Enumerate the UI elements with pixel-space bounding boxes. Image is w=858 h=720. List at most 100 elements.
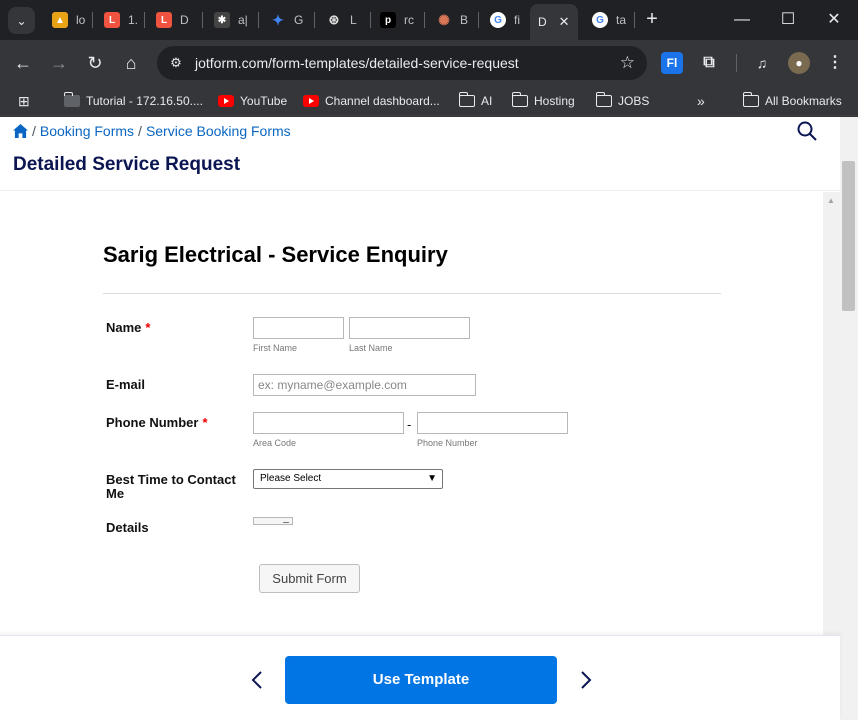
best-time-select[interactable]: Please Select ▼ — [253, 469, 443, 489]
bookmark-folder-jobs[interactable]: JOBS — [595, 92, 649, 110]
profile-avatar[interactable]: ● — [788, 52, 810, 74]
tab-search-button[interactable]: ⌄ — [8, 7, 35, 34]
google-icon: G — [592, 12, 608, 28]
first-name-sublabel: First Name — [253, 343, 298, 353]
previous-template-icon[interactable] — [250, 670, 264, 690]
menu-kebab-icon[interactable]: ⋮ — [824, 52, 846, 74]
tab-6[interactable]: ⊛ L — [318, 6, 364, 34]
phone-label: Phone Number * — [106, 415, 208, 430]
tab-active[interactable]: D ✕ — [530, 4, 578, 40]
tab-divider — [634, 12, 635, 28]
bookmark-folder-hosting[interactable]: Hosting — [511, 92, 575, 110]
bookmark-all-bookmarks[interactable]: All Bookmarks — [742, 92, 842, 110]
chevron-down-icon: ▼ — [427, 473, 437, 484]
tab-divider — [314, 12, 315, 28]
bookmark-star-icon[interactable]: ☆ — [620, 53, 635, 73]
url-text[interactable]: jotform.com/form-templates/detailed-serv… — [195, 55, 519, 71]
tab-divider — [424, 12, 425, 28]
email-input[interactable]: ex: myname@example.com — [253, 374, 476, 396]
form-title: Sarig Electrical - Service Enquiry — [103, 242, 448, 267]
tab-9[interactable]: G fi — [482, 6, 528, 34]
tab-divider — [144, 12, 145, 28]
site-info-icon[interactable]: ⚙ — [167, 54, 185, 72]
gemini-icon: ✦ — [272, 11, 284, 28]
breadcrumb: / Booking Forms / Service Booking Forms — [13, 123, 291, 139]
apps-grid-icon[interactable]: ⊞ — [18, 92, 30, 110]
breadcrumb-service-booking-forms[interactable]: Service Booking Forms — [146, 123, 291, 139]
bookmark-youtube[interactable]: YouTube — [218, 92, 287, 110]
extensions-puzzle-icon[interactable]: ⧉ — [698, 52, 720, 74]
laravel-icon: L — [104, 12, 120, 28]
required-mark: * — [145, 320, 151, 335]
tab-7[interactable]: p rc — [372, 6, 418, 34]
home-browser-icon[interactable]: ⌂ — [118, 50, 144, 76]
submit-form-button[interactable]: Submit Form — [259, 564, 360, 593]
phone-number-sublabel: Phone Number — [417, 438, 478, 448]
tab-2[interactable]: L 1. — [96, 6, 138, 34]
use-template-button[interactable]: Use Template — [285, 656, 557, 704]
next-template-icon[interactable] — [579, 670, 593, 690]
folder-dark-icon — [63, 92, 80, 107]
form-divider — [103, 293, 721, 294]
breadcrumb-separator: / — [32, 123, 36, 139]
tab-1[interactable]: ▲ lo — [44, 6, 86, 34]
tab-divider — [258, 12, 259, 28]
details-label: Details — [106, 520, 149, 535]
tab-11[interactable]: G ta — [584, 6, 630, 34]
email-label: E-mail — [106, 377, 146, 392]
bookmark-folder-ai[interactable]: AI — [458, 92, 492, 110]
area-code-input[interactable] — [253, 412, 404, 434]
phone-number-input[interactable] — [417, 412, 568, 434]
back-icon[interactable]: ← — [10, 50, 36, 76]
tab-8[interactable]: ✺ B — [428, 6, 474, 34]
last-name-sublabel: Last Name — [349, 343, 393, 353]
home-icon[interactable] — [13, 124, 28, 138]
required-mark: * — [202, 415, 208, 430]
tab-strip: ⌄ ▲ lo L 1. L D ✱ a| ✦ G ⊛ L p rc ✺ B G … — [0, 0, 858, 40]
minimize-icon[interactable]: — — [730, 8, 754, 32]
tab-divider — [92, 12, 93, 28]
name-label: Name * — [106, 320, 151, 335]
laravel-icon: L — [156, 12, 172, 28]
media-control-icon[interactable]: ♫ — [751, 52, 773, 74]
close-window-icon[interactable]: ✕ — [822, 8, 846, 32]
phone-dash: - — [407, 417, 412, 432]
page-scrollbar[interactable] — [840, 117, 858, 720]
extension-fi-icon[interactable]: Fl — [661, 52, 683, 74]
youtube-icon — [218, 95, 234, 107]
breadcrumb-booking-forms[interactable]: Booking Forms — [40, 123, 134, 139]
page-scrollbar-thumb[interactable] — [842, 161, 855, 311]
details-textarea[interactable] — [253, 517, 293, 525]
chevron-down-icon: ⌄ — [16, 13, 27, 28]
new-tab-icon[interactable]: + — [640, 8, 664, 32]
scroll-up-icon[interactable]: ▲ — [827, 196, 835, 205]
best-time-label: Best Time to Contact Me — [106, 472, 236, 501]
tab-5[interactable]: ✦ G — [262, 6, 308, 34]
tab-divider — [202, 12, 203, 28]
tab-4[interactable]: ✱ a| — [206, 6, 252, 34]
folder-icon — [595, 92, 612, 107]
address-bar[interactable]: ⚙ jotform.com/form-templates/detailed-se… — [157, 46, 647, 80]
forward-icon[interactable]: → — [46, 50, 72, 76]
claude-icon: ✺ — [438, 11, 450, 28]
search-icon[interactable] — [797, 121, 817, 141]
close-tab-icon[interactable]: ✕ — [559, 14, 570, 30]
bookmark-channel-dashboard[interactable]: Channel dashboard... — [303, 92, 440, 110]
tab-divider — [370, 12, 371, 28]
folder-icon — [511, 92, 528, 107]
maximize-icon[interactable]: ☐ — [776, 8, 800, 32]
google-icon: G — [490, 12, 506, 28]
bookmark-tutorial[interactable]: Tutorial - 172.16.50.... — [63, 92, 203, 110]
tab-divider — [478, 12, 479, 28]
first-name-input[interactable] — [253, 317, 344, 339]
browser-window: ⌄ ▲ lo L 1. L D ✱ a| ✦ G ⊛ L p rc ✺ B G … — [0, 0, 858, 720]
browser-toolbar: ← → ↻ ⌂ ⚙ jotform.com/form-templates/det… — [0, 40, 858, 86]
folder-icon — [458, 92, 475, 107]
last-name-input[interactable] — [349, 317, 470, 339]
preview-scrollbar[interactable]: ▲ — [823, 192, 840, 635]
tab-3[interactable]: L D — [148, 6, 196, 34]
more-bookmarks-icon[interactable]: » — [697, 92, 705, 110]
page-title: Detailed Service Request — [13, 154, 241, 175]
reload-icon[interactable]: ↻ — [82, 50, 108, 76]
p-icon: p — [380, 12, 396, 28]
